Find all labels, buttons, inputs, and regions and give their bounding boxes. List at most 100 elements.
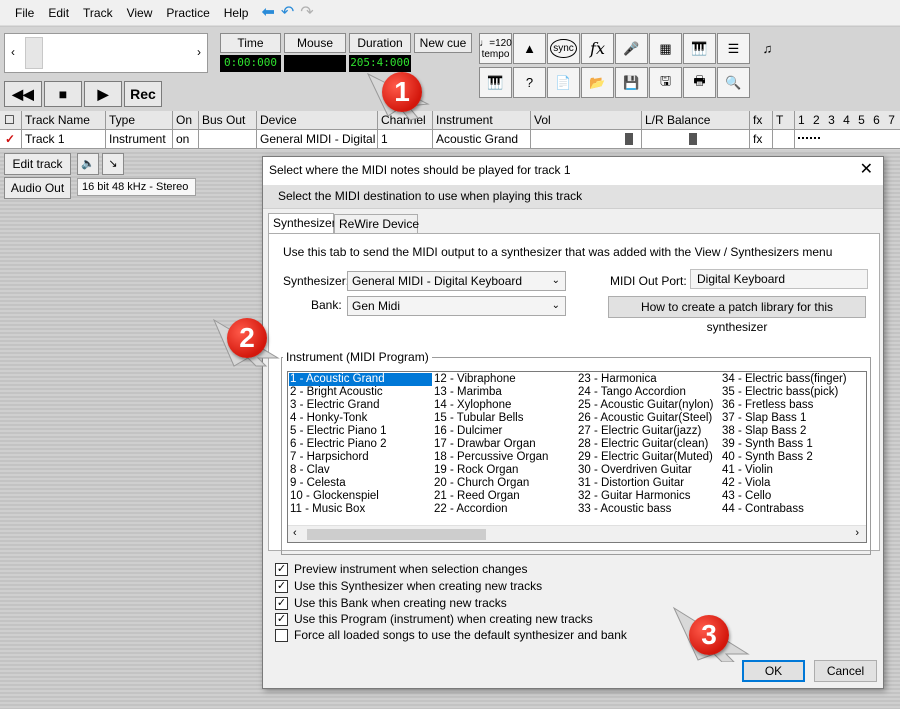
option-preview-instrument[interactable]: ✓ Preview instrument when selection chan… xyxy=(275,561,527,577)
menu-view[interactable]: View xyxy=(120,0,160,26)
scroll-right-icon[interactable]: › xyxy=(855,527,859,539)
list-item[interactable]: 32 - Guitar Harmonics xyxy=(577,490,714,503)
menu-practice[interactable]: Practice xyxy=(159,0,216,26)
col-on[interactable]: On xyxy=(173,111,199,130)
list-item[interactable]: 35 - Electric bass(pick) xyxy=(721,386,847,399)
list-item[interactable]: 18 - Percussive Organ xyxy=(433,451,548,464)
list-item[interactable]: 25 - Acoustic Guitar(nylon) xyxy=(577,399,714,412)
list-item[interactable]: 8 - Clav xyxy=(289,464,432,477)
list-item[interactable]: 3 - Electric Grand xyxy=(289,399,432,412)
list-item[interactable]: 16 - Dulcimer xyxy=(433,425,548,438)
save-as-icon[interactable]: 🖫 xyxy=(649,67,682,98)
track-device[interactable]: General MIDI - Digital Keyboard xyxy=(257,130,378,149)
option-force-default[interactable]: Force all loaded songs to use the defaul… xyxy=(275,627,627,643)
list-item[interactable]: 12 - Vibraphone xyxy=(433,373,548,386)
option-use-program[interactable]: ✓ Use this Program (instrument) when cre… xyxy=(275,611,593,627)
list-item[interactable]: 27 - Electric Guitar(jazz) xyxy=(577,425,714,438)
plugin-icon[interactable]: ↘ xyxy=(102,153,124,175)
list-item[interactable]: 39 - Synth Bass 1 xyxy=(721,438,847,451)
checkbox-checked-icon[interactable]: ✓ xyxy=(275,579,288,593)
list-item[interactable]: 7 - Harpsichord xyxy=(289,451,432,464)
list-item[interactable]: 24 - Tango Accordion xyxy=(577,386,714,399)
scroll-thumb[interactable] xyxy=(307,529,486,540)
help-icon[interactable]: ? xyxy=(513,67,546,98)
volume-thumb[interactable] xyxy=(625,133,633,145)
instrument-list-scrollbar[interactable]: ‹ › xyxy=(288,525,866,542)
cancel-button[interactable]: Cancel xyxy=(814,660,877,682)
audio-out-button[interactable]: Audio Out xyxy=(4,177,71,199)
list-item[interactable]: 30 - Overdriven Guitar xyxy=(577,464,714,477)
col-fx[interactable]: fx xyxy=(750,111,773,130)
tempo-button[interactable]: ♩=120 tempo xyxy=(479,33,512,64)
zoom-icon[interactable]: 🔍 xyxy=(717,67,750,98)
list-item[interactable]: 15 - Tubular Bells xyxy=(433,412,548,425)
col-type[interactable]: Type xyxy=(106,111,173,130)
time-button[interactable]: Time xyxy=(220,33,281,53)
list-item[interactable]: 20 - Church Organ xyxy=(433,477,548,490)
col-vol[interactable]: Vol xyxy=(531,111,642,130)
list-item[interactable]: 10 - Glockenspiel xyxy=(289,490,432,503)
list-item[interactable]: 43 - Cello xyxy=(721,490,847,503)
col-lr-balance[interactable]: L/R Balance xyxy=(642,111,750,130)
stop-button[interactable]: ■ xyxy=(44,81,82,107)
list-item[interactable]: 9 - Celesta xyxy=(289,477,432,490)
list-item[interactable]: 11 - Music Box xyxy=(289,503,432,516)
synthesizer-keyboard-icon[interactable]: 🎹 xyxy=(683,33,716,64)
menu-edit[interactable]: Edit xyxy=(41,0,76,26)
list-item[interactable]: 14 - Xylophone xyxy=(433,399,548,412)
track-check-icon[interactable]: ✓ xyxy=(0,130,22,149)
list-item[interactable]: 19 - Rock Organ xyxy=(433,464,548,477)
track-t[interactable] xyxy=(773,130,795,149)
list-item[interactable]: 31 - Distortion Guitar xyxy=(577,477,714,490)
mouse-button[interactable]: Mouse xyxy=(284,33,346,53)
midi-audio-icon[interactable]: ♫ xyxy=(751,33,784,64)
scroll-left-icon[interactable]: ‹ xyxy=(293,527,297,539)
patch-library-help-button[interactable]: How to create a patch library for this s… xyxy=(608,296,866,334)
microphone-icon[interactable]: 🎤 xyxy=(615,33,648,64)
option-use-bank[interactable]: ✓ Use this Bank when creating new tracks xyxy=(275,595,507,611)
list-item[interactable]: 23 - Harmonica xyxy=(577,373,714,386)
option-use-synthesizer[interactable]: ✓ Use this Synthesizer when creating new… xyxy=(275,578,542,594)
list-item[interactable]: 28 - Electric Guitar(clean) xyxy=(577,438,714,451)
duration-button[interactable]: Duration xyxy=(349,33,411,53)
list-item[interactable]: 37 - Slap Bass 1 xyxy=(721,412,847,425)
metronome-icon[interactable]: ▲ xyxy=(513,33,546,64)
bank-select[interactable]: Gen Midi ⌄ xyxy=(347,296,566,316)
table-row[interactable]: ✓ Track 1 Instrument on General MIDI - D… xyxy=(0,130,900,149)
track-fx[interactable]: fx xyxy=(750,130,773,149)
undo-icon[interactable]: ↶ xyxy=(281,0,294,26)
edit-track-button[interactable]: Edit track xyxy=(4,153,71,175)
col-instrument[interactable]: Instrument xyxy=(433,111,531,130)
list-item[interactable]: 17 - Drawbar Organ xyxy=(433,438,548,451)
new-cue-button[interactable]: New cue xyxy=(414,33,472,53)
audio-hardware-icon[interactable]: ▦ xyxy=(649,33,682,64)
scroll-right-icon[interactable]: › xyxy=(197,45,201,59)
list-item[interactable]: 36 - Fretless bass xyxy=(721,399,847,412)
list-item[interactable]: 42 - Viola xyxy=(721,477,847,490)
scroll-left-icon[interactable]: ‹ xyxy=(11,45,15,59)
balance-thumb[interactable] xyxy=(689,133,697,145)
redo-icon[interactable]: ↷ xyxy=(300,0,313,26)
ok-button[interactable]: OK xyxy=(742,660,805,682)
new-file-icon[interactable]: 📄 xyxy=(547,67,580,98)
list-item[interactable]: 6 - Electric Piano 2 xyxy=(289,438,432,451)
list-item[interactable]: 44 - Contrabass xyxy=(721,503,847,516)
play-button[interactable]: ▶ xyxy=(84,81,122,107)
fx-button[interactable]: fx xyxy=(581,33,614,64)
list-item[interactable]: 1 - Acoustic Grand xyxy=(289,373,432,386)
menu-file[interactable]: File xyxy=(8,0,41,26)
back-arrow-icon[interactable]: ⬅ xyxy=(261,0,274,26)
instrument-list[interactable]: 1 - Acoustic Grand 2 - Bright Acoustic 3… xyxy=(287,371,867,543)
menu-track[interactable]: Track xyxy=(76,0,120,26)
balance-slider[interactable] xyxy=(642,130,750,149)
scroll-thumb[interactable] xyxy=(25,37,43,69)
select-all-checkbox[interactable]: ☐ xyxy=(0,111,22,130)
open-folder-icon[interactable]: 📂 xyxy=(581,67,614,98)
print-icon[interactable]: 🖶 xyxy=(683,67,716,98)
list-item[interactable]: 13 - Marimba xyxy=(433,386,548,399)
list-item[interactable]: 26 - Acoustic Guitar(Steel) xyxy=(577,412,714,425)
list-item[interactable]: 33 - Acoustic bass xyxy=(577,503,714,516)
track-instrument[interactable]: Acoustic Grand xyxy=(433,130,531,149)
keyboard-icon[interactable]: 🎹 xyxy=(479,67,512,98)
sync-button[interactable]: sync xyxy=(547,33,580,64)
